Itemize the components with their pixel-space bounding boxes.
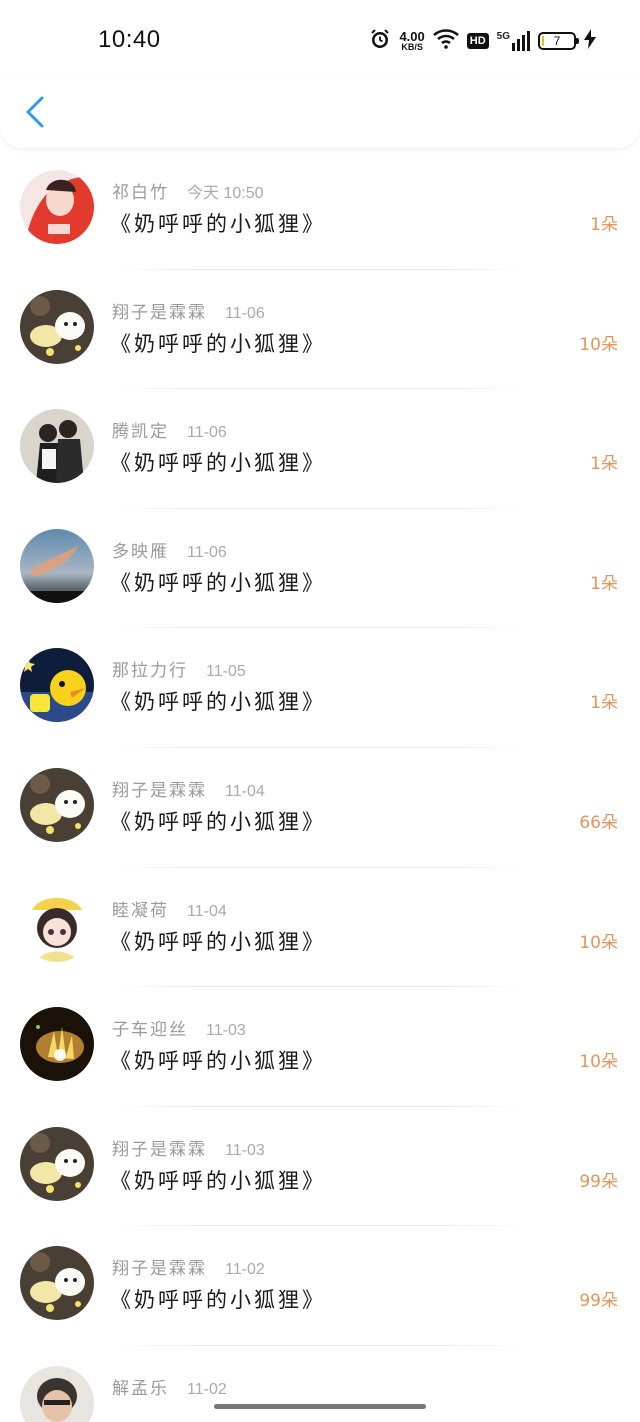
signal-icon: 5G: [497, 31, 530, 51]
list-item[interactable]: 翔子是霖霖 11-02 《奶呼呼的小狐狸》 99朵: [0, 1226, 640, 1346]
avatar[interactable]: [20, 648, 94, 723]
item-meta: 翔子是霖霖 11-04: [112, 776, 265, 801]
gift-title: 《奶呼呼的小狐狸》: [110, 331, 326, 356]
avatar[interactable]: [20, 528, 94, 603]
gift-title: 《奶呼呼的小狐狸》: [110, 929, 326, 954]
avatar[interactable]: [20, 887, 94, 962]
item-date: 今天 10:50: [187, 185, 264, 202]
avatar[interactable]: [20, 1246, 94, 1321]
item-date: 11-05: [206, 663, 246, 681]
list-item[interactable]: 腾凯定 11-06 《奶呼呼的小狐狸》 1朵: [0, 389, 640, 509]
gift-count: 1朵: [590, 454, 618, 475]
item-date: 11-02: [187, 1380, 227, 1398]
user-name[interactable]: 翔子是霖霖: [112, 1135, 207, 1160]
gift-count: 1朵: [590, 215, 618, 235]
gift-count: 66朵: [579, 812, 618, 833]
item-date: 11-06: [225, 304, 265, 322]
gift-title: 《奶呼呼的小狐狸》: [110, 1049, 326, 1074]
top-nav-bar: [0, 80, 640, 148]
gift-title: 《奶呼呼的小狐狸》: [110, 212, 326, 236]
back-button[interactable]: [22, 94, 50, 130]
user-name[interactable]: 睦凝荷: [112, 896, 169, 921]
user-name[interactable]: 翔子是霖霖: [112, 1254, 207, 1279]
status-bar: 10:40 4.00 KB/S HD 5G 7: [0, 0, 640, 80]
gift-title: 《奶呼呼的小狐狸》: [110, 1168, 326, 1193]
list-item[interactable]: 翔子是霖霖 11-03 《奶呼呼的小狐狸》 99朵: [0, 1107, 640, 1227]
status-icons: 4.00 KB/S HD 5G 7: [369, 26, 596, 56]
item-meta: 多映雁 11-06: [112, 537, 227, 562]
item-date: 11-04: [225, 782, 265, 800]
list-item[interactable]: 翔子是霖霖 11-04 《奶呼呼的小狐狸》 66朵: [0, 748, 640, 868]
network-speed: 4.00 KB/S: [399, 29, 425, 52]
avatar[interactable]: [20, 289, 94, 364]
gift-count: 10朵: [579, 1052, 618, 1073]
item-meta: 睦凝荷 11-04: [112, 896, 227, 921]
battery-icon: 7: [538, 32, 579, 50]
item-date: 11-04: [187, 902, 227, 920]
list-item[interactable]: 祁白竹 今天 10:50 《奶呼呼的小狐狸》 1朵: [0, 150, 640, 270]
item-date: 11-06: [187, 543, 227, 561]
gift-title: 《奶呼呼的小狐狸》: [110, 451, 326, 476]
status-time: 10:40: [98, 26, 161, 53]
item-date: 11-03: [225, 1141, 265, 1159]
avatar[interactable]: [20, 1007, 94, 1082]
item-meta: 翔子是霖霖 11-02: [112, 1254, 265, 1279]
list-item[interactable]: 那拉力行 11-05 《奶呼呼的小狐狸》 1朵: [0, 628, 640, 748]
item-meta: 腾凯定 11-06: [112, 417, 227, 442]
gift-title: 《奶呼呼的小狐狸》: [110, 570, 326, 595]
gift-count: 99朵: [579, 1291, 618, 1312]
gift-count: 10朵: [579, 932, 618, 953]
charging-icon: [584, 29, 596, 53]
avatar[interactable]: [20, 1126, 94, 1201]
user-name[interactable]: 子车迎丝: [112, 1015, 188, 1040]
list-item[interactable]: 子车迎丝 11-03 《奶呼呼的小狐狸》 10朵: [0, 987, 640, 1107]
user-name[interactable]: 多映雁: [112, 537, 169, 562]
chevron-left-icon: [22, 96, 50, 134]
hd-badge: HD: [466, 33, 489, 49]
item-date: 11-03: [206, 1022, 246, 1040]
list-item[interactable]: 解孟乐 11-02: [0, 1346, 640, 1422]
gift-title: 《奶呼呼的小狐狸》: [110, 1288, 326, 1313]
item-date: 11-06: [187, 424, 227, 442]
item-meta: 子车迎丝 11-03: [112, 1015, 246, 1040]
avatar[interactable]: [20, 767, 94, 842]
item-meta: 那拉力行 11-05: [112, 656, 246, 681]
item-date: 11-02: [225, 1261, 265, 1279]
alarm-icon: [369, 28, 391, 54]
user-name[interactable]: 解孟乐: [112, 1374, 169, 1399]
list-item[interactable]: 翔子是霖霖 11-06 《奶呼呼的小狐狸》 10朵: [0, 270, 640, 390]
list-item[interactable]: 多映雁 11-06 《奶呼呼的小狐狸》 1朵: [0, 509, 640, 629]
avatar[interactable]: [20, 1365, 94, 1422]
avatar[interactable]: [20, 170, 94, 244]
gift-count: 10朵: [579, 334, 618, 355]
gift-record-list: 祁白竹 今天 10:50 《奶呼呼的小狐狸》 1朵 翔子是霖霖 11-06 《奶…: [0, 150, 640, 1422]
user-name[interactable]: 翔子是霖霖: [112, 776, 207, 801]
gift-title: 《奶呼呼的小狐狸》: [110, 809, 326, 834]
gift-count: 1朵: [590, 573, 618, 594]
list-item[interactable]: 睦凝荷 11-04 《奶呼呼的小狐狸》 10朵: [0, 868, 640, 988]
gift-count: 1朵: [590, 693, 618, 714]
user-name[interactable]: 翔子是霖霖: [112, 298, 207, 323]
wifi-icon: [432, 29, 459, 53]
gift-title: 《奶呼呼的小狐狸》: [110, 690, 326, 715]
home-indicator[interactable]: [214, 1404, 426, 1409]
user-name[interactable]: 腾凯定: [112, 417, 169, 442]
user-name[interactable]: 那拉力行: [112, 656, 188, 681]
user-name[interactable]: 祁白竹: [112, 178, 169, 203]
item-meta: 翔子是霖霖 11-03: [112, 1135, 265, 1160]
item-meta: 翔子是霖霖 11-06: [112, 298, 265, 323]
item-meta: 祁白竹 今天 10:50: [112, 178, 264, 203]
item-meta: 解孟乐 11-02: [112, 1374, 227, 1399]
gift-count: 99朵: [579, 1171, 618, 1192]
avatar[interactable]: [20, 409, 94, 484]
